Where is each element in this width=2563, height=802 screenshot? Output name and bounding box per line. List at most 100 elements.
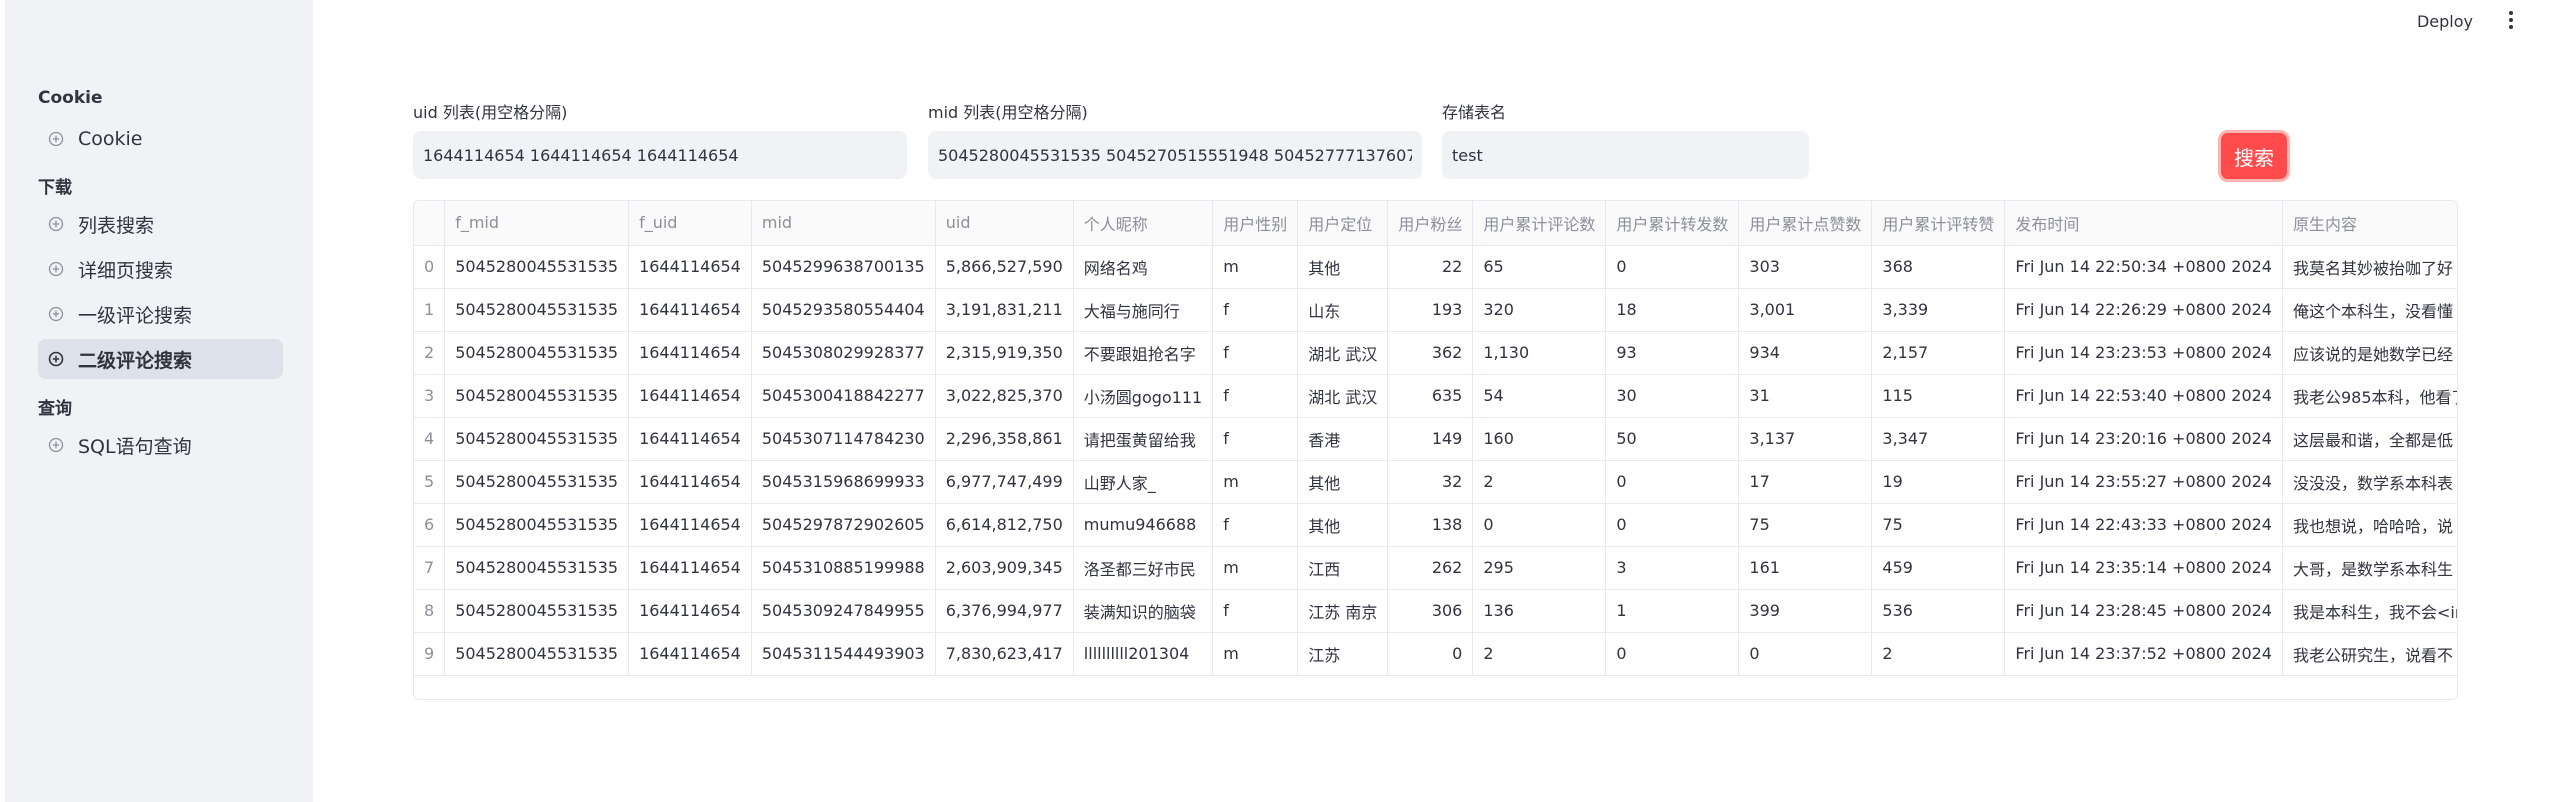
table-cell[interactable]: 5045310885199988: [751, 546, 936, 590]
table-cell[interactable]: 小汤圆gogo111: [1073, 374, 1214, 418]
table-cell[interactable]: f: [1212, 331, 1299, 375]
sidebar-item-level1-comment-search[interactable]: 一级评论搜索: [38, 294, 283, 334]
table-cell[interactable]: f: [1212, 288, 1299, 332]
column-header[interactable]: f_mid: [444, 201, 630, 246]
table-row[interactable]: 5 5045280045531535 1644114654 5045315968699…: [414, 460, 2457, 504]
sidebar-item-list-search[interactable]: 列表搜索: [38, 204, 283, 244]
table-cell[interactable]: f: [1212, 503, 1299, 547]
table-cell[interactable]: 3,347: [1871, 417, 2006, 461]
sidebar-item-cookie[interactable]: Cookie: [38, 119, 283, 159]
table-cell[interactable]: 江西: [1297, 546, 1389, 590]
table-cell[interactable]: 5045300418842277: [751, 374, 936, 418]
table-cell[interactable]: 3,001: [1738, 288, 1873, 332]
table-cell[interactable]: 俺这个本科生，没看懂: [2282, 288, 2457, 332]
mid-list-input[interactable]: [928, 131, 1422, 179]
table-cell[interactable]: 32: [1387, 460, 1474, 504]
table-cell[interactable]: 江苏: [1297, 632, 1389, 676]
table-cell[interactable]: 5045307114784230: [751, 417, 936, 461]
table-cell[interactable]: 0: [1605, 245, 1740, 289]
table-cell[interactable]: 其他: [1297, 460, 1389, 504]
table-cell[interactable]: 2,296,358,861: [935, 417, 1074, 461]
table-cell[interactable]: 160: [1472, 417, 1607, 461]
table-cell[interactable]: 262: [1387, 546, 1474, 590]
table-cell[interactable]: 138: [1387, 503, 1474, 547]
row-index[interactable]: 1: [414, 288, 446, 332]
table-cell[interactable]: 大哥，是数学系本科生: [2282, 546, 2457, 590]
table-cell[interactable]: 0: [1605, 632, 1740, 676]
table-cell[interactable]: 装满知识的脑袋: [1073, 589, 1214, 633]
table-cell[interactable]: 65: [1472, 245, 1607, 289]
table-cell[interactable]: 193: [1387, 288, 1474, 332]
table-cell[interactable]: Fri Jun 14 23:35:14 +0800 2024: [2004, 546, 2283, 590]
row-index[interactable]: 5: [414, 460, 446, 504]
row-index[interactable]: 3: [414, 374, 446, 418]
table-cell[interactable]: 1644114654: [628, 589, 752, 633]
table-cell[interactable]: 2: [1871, 632, 2006, 676]
table-cell[interactable]: 136: [1472, 589, 1607, 633]
table-cell[interactable]: 1644114654: [628, 331, 752, 375]
table-cell[interactable]: llllllllll201304: [1073, 632, 1214, 676]
table-cell[interactable]: 这层最和谐，全都是低: [2282, 417, 2457, 461]
table-cell[interactable]: 115: [1871, 374, 2006, 418]
table-cell[interactable]: 0: [1472, 503, 1607, 547]
table-cell[interactable]: 1644114654: [628, 460, 752, 504]
table-cell[interactable]: Fri Jun 14 23:37:52 +0800 2024: [2004, 632, 2283, 676]
results-table[interactable]: f_mid f_uid mid uid 个人昵称 用户性别 用户定位 用户粉丝 用户累计评论数用…: [413, 200, 2458, 700]
table-cell[interactable]: 1,130: [1472, 331, 1607, 375]
column-header[interactable]: 用户粉丝: [1387, 201, 1474, 246]
table-cell[interactable]: 5045280045531535: [444, 503, 630, 547]
table-cell[interactable]: 2,603,909,345: [935, 546, 1074, 590]
table-cell[interactable]: 0: [1387, 632, 1474, 676]
table-cell[interactable]: 1644114654: [628, 503, 752, 547]
table-cell[interactable]: 399: [1738, 589, 1873, 633]
table-cell[interactable]: 362: [1387, 331, 1474, 375]
table-row[interactable]: 1 5045280045531535 1644114654 5045293580554…: [414, 288, 2457, 332]
table-cell[interactable]: 75: [1738, 503, 1873, 547]
table-cell[interactable]: f: [1212, 417, 1299, 461]
row-index[interactable]: 2: [414, 331, 446, 375]
table-cell[interactable]: 请把蛋黄留给我: [1073, 417, 1214, 461]
table-cell[interactable]: 149: [1387, 417, 1474, 461]
table-cell[interactable]: 江苏 南京: [1297, 589, 1389, 633]
table-cell[interactable]: Fri Jun 14 22:53:40 +0800 2024: [2004, 374, 2283, 418]
column-header[interactable]: f_uid: [628, 201, 752, 246]
table-cell[interactable]: m: [1212, 632, 1299, 676]
table-cell[interactable]: 161: [1738, 546, 1873, 590]
table-cell[interactable]: 0: [1605, 503, 1740, 547]
deploy-button[interactable]: Deploy: [2411, 8, 2479, 35]
table-cell[interactable]: 洛圣都三好市民: [1073, 546, 1214, 590]
column-header[interactable]: 发布时间: [2004, 201, 2283, 246]
table-cell[interactable]: 536: [1871, 589, 2006, 633]
table-cell[interactable]: 5045280045531535: [444, 460, 630, 504]
table-cell[interactable]: 2: [1472, 460, 1607, 504]
table-cell[interactable]: 368: [1871, 245, 2006, 289]
table-cell[interactable]: Fri Jun 14 23:55:27 +0800 2024: [2004, 460, 2283, 504]
table-cell[interactable]: 应该说的是她数学已经: [2282, 331, 2457, 375]
table-cell[interactable]: 3: [1605, 546, 1740, 590]
table-cell[interactable]: 22: [1387, 245, 1474, 289]
table-cell[interactable]: 1644114654: [628, 632, 752, 676]
search-button[interactable]: 搜索: [2218, 130, 2290, 182]
table-cell[interactable]: 7,830,623,417: [935, 632, 1074, 676]
table-cell[interactable]: 大福与施同行: [1073, 288, 1214, 332]
table-cell[interactable]: 2,315,919,350: [935, 331, 1074, 375]
table-cell[interactable]: 5045309247849955: [751, 589, 936, 633]
table-cell[interactable]: 3,191,831,211: [935, 288, 1074, 332]
table-cell[interactable]: 5045280045531535: [444, 288, 630, 332]
table-cell[interactable]: 19: [1871, 460, 2006, 504]
table-cell[interactable]: 5045311544493903: [751, 632, 936, 676]
table-row[interactable]: 2 5045280045531535 1644114654 5045308029928…: [414, 331, 2457, 375]
row-index[interactable]: 6: [414, 503, 446, 547]
uid-list-input[interactable]: [413, 131, 907, 179]
table-cell[interactable]: 我莫名其妙被抬咖了好: [2282, 245, 2457, 289]
table-cell[interactable]: 5045293580554404: [751, 288, 936, 332]
table-cell[interactable]: 5045280045531535: [444, 632, 630, 676]
table-cell[interactable]: 5045280045531535: [444, 546, 630, 590]
table-cell[interactable]: Fri Jun 14 23:28:45 +0800 2024: [2004, 589, 2283, 633]
sidebar-item-sql-query[interactable]: SQL语句查询: [38, 425, 283, 465]
column-header[interactable]: 用户累计转发数: [1605, 201, 1740, 246]
table-cell[interactable]: 1644114654: [628, 546, 752, 590]
table-cell[interactable]: 5045280045531535: [444, 417, 630, 461]
table-cell[interactable]: 5045280045531535: [444, 331, 630, 375]
table-name-input[interactable]: [1442, 131, 1809, 179]
